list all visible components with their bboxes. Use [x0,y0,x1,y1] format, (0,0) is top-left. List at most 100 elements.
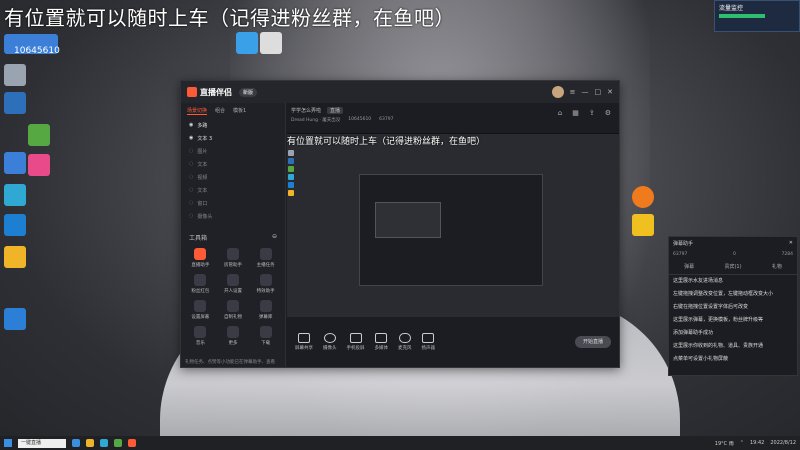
tool-icon [226,274,239,286]
game-name[interactable]: Dread Hung · 屠夫出没 [291,117,340,123]
screen-share-button[interactable]: 屏幕共享 [295,333,313,351]
maximize-icon[interactable]: □ [595,88,602,96]
app-icon[interactable] [4,92,26,114]
scene-item[interactable]: ◌ 图片 [181,145,285,158]
stream-title[interactable]: 学学怎么弄啦 [291,107,321,114]
tool-item[interactable]: 特效助手 [250,274,281,294]
folder-icon[interactable] [4,246,26,268]
windows-start-icon[interactable] [4,439,12,447]
app-icon[interactable] [260,32,282,54]
tools-grid: 直播助手 房管助手 主播任务 粉丝红包 开人设置 特效助手 设置屏蔽 自制礼物 … [181,246,285,348]
widget-bar [719,14,765,18]
eye-icon[interactable]: ◌ [189,187,193,194]
eye-icon[interactable]: ◌ [189,213,193,220]
eye-icon[interactable]: ◉ [189,122,193,129]
tool-item[interactable]: 开人设置 [218,274,249,294]
media-button[interactable]: 多媒体 [375,333,388,351]
scene-item[interactable]: ◌ 文本 [181,158,285,171]
scene-label: 文本 [197,162,208,168]
camera-button[interactable]: 摄像头 [323,333,337,351]
panel-header: 弹幕助手 ✕ [669,237,797,250]
tool-item[interactable]: 音乐 [185,326,216,346]
tool-label: 自制礼物 [223,315,242,320]
app-icon[interactable] [632,186,654,208]
app-icon[interactable] [4,152,26,174]
eye-icon[interactable]: ◌ [189,200,193,207]
scene-tabs: 场景切换 组合 模板1 [181,103,285,119]
tool-item[interactable]: 粉丝红包 [185,274,216,294]
mic-button[interactable]: 麦克风 [398,333,412,351]
tab-scenes[interactable]: 场景切换 [187,107,208,115]
eye-icon[interactable]: ◉ [189,135,193,142]
stream-overlay-title: 有位置就可以随时上车（记得进粉丝群，在鱼吧） [4,6,455,30]
clock-date[interactable]: 2022/8/12 [770,440,796,446]
scene-item[interactable]: ◉ 文本 3 [181,132,285,145]
settings-icon[interactable]: ⊖ [272,233,277,242]
tool-item[interactable]: 设置屏蔽 [185,300,216,320]
tool-item[interactable]: 直播助手 [185,248,216,268]
tool-label: 房管助手 [223,263,242,268]
settings-icon[interactable]: ⚙ [605,109,611,117]
edge-icon[interactable] [4,184,26,206]
scene-item[interactable]: ◌ 视频 [181,171,285,184]
start-live-button[interactable]: 开始直播 [575,336,611,348]
weather[interactable]: 19°C 雨 [715,440,734,447]
tab-combo[interactable]: 组合 [215,107,225,115]
eye-icon[interactable]: ◌ [189,174,193,181]
phone-cast-button[interactable]: 手机投屏 [347,333,365,351]
panel-message: 左键拖拽调整改变位置，左键拖动框改变大小 [673,291,774,297]
panel-message: 添加弹幕助手成功 [673,330,714,336]
taskbar-live-icon[interactable] [128,439,136,447]
tool-item[interactable]: 房管助手 [218,248,249,268]
taskbar-app-icon[interactable] [72,439,80,447]
network-icon[interactable]: ⌃ [740,440,744,446]
mini-icon [288,166,294,172]
eye-icon[interactable]: ◌ [189,161,193,168]
recycle-bin-icon[interactable] [4,64,26,86]
taskbar-search[interactable]: 一键直播 [18,438,66,448]
taskbar-edge-icon[interactable] [100,439,108,447]
tool-icon [226,300,239,312]
taskbar-folder-icon[interactable] [86,439,94,447]
mini-icon [288,150,294,156]
share-icon[interactable]: ⇪ [589,109,595,117]
tab-danmaku[interactable]: 弹幕 [684,263,694,270]
app-icon[interactable] [632,214,654,236]
widget-title: 流量监控 [719,5,744,12]
tab-gifts[interactable]: 礼物 [772,263,782,270]
scene-item[interactable]: ◌ 文本 [181,184,285,197]
lock-icon[interactable]: ⌂ [558,109,562,117]
speaker-button[interactable]: 扬声器 [422,333,435,351]
minimize-icon[interactable]: — [582,88,589,96]
scene-item[interactable]: ◌ 摄像头 [181,210,285,223]
menu-icon[interactable]: ≡ [570,88,576,96]
tab-vip[interactable]: 贵宾(1) [724,263,741,270]
app-icon[interactable] [236,32,258,54]
close-icon[interactable]: ✕ [789,240,793,247]
app-icon[interactable] [4,308,26,330]
tool-item[interactable]: 更多 [218,326,249,346]
tool-icon [194,274,207,286]
tool-item[interactable]: 弹幕库 [250,300,281,320]
tool-item[interactable]: 主播任务 [250,248,281,268]
tool-item[interactable]: 自制礼物 [218,300,249,320]
category-tag[interactable]: 直播 [327,106,344,114]
tool-icon [259,300,272,312]
app-icon[interactable] [28,154,50,176]
avatar[interactable] [551,86,564,98]
tool-label: 设置屏蔽 [191,315,210,320]
scene-label: 窗口 [197,201,208,207]
tab-template[interactable]: 模板1 [233,107,246,115]
tool-item[interactable]: 下载 [250,326,281,346]
eye-icon[interactable]: ◌ [189,148,193,155]
scene-label: 图片 [197,149,208,155]
clock-time[interactable]: 19:42 [750,440,764,446]
taskbar-app-icon[interactable] [114,439,122,447]
app-icon[interactable] [28,124,50,146]
microphone-icon [398,333,411,343]
close-icon[interactable]: ✕ [607,88,613,96]
scene-item[interactable]: ◌ 窗口 [181,197,285,210]
grid-icon[interactable]: ▦ [572,109,579,117]
scene-item[interactable]: ◉ 多路 [181,119,285,132]
app-icon[interactable] [4,214,26,236]
